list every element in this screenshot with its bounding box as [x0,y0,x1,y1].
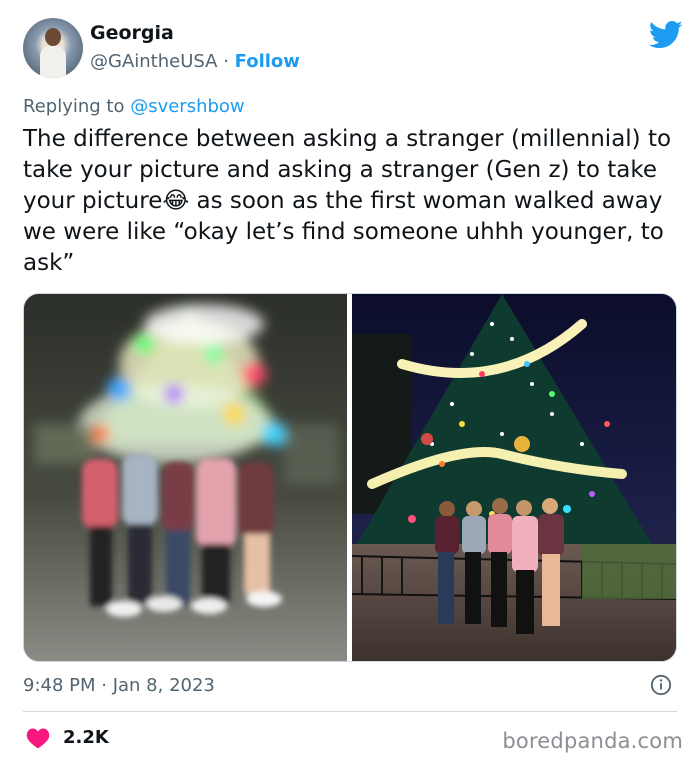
media-grid [23,293,677,662]
tweet-timestamp[interactable]: 9:48 PM · Jan 8, 2023 [23,675,215,696]
tweet-date: Jan 8, 2023 [112,675,215,696]
user-handle[interactable]: @GAintheUSA [90,51,217,72]
tweet-time: 9:48 PM [23,675,96,696]
footer-divider [23,711,677,712]
tweet-text: The difference between asking a stranger… [23,124,688,279]
follow-button[interactable]: Follow [235,51,300,72]
avatar-body [40,46,66,78]
display-name[interactable]: Georgia [90,22,174,44]
heart-icon[interactable] [26,727,50,749]
handle-separator: · [217,51,235,72]
watermark: boredpanda.com [502,729,683,753]
blurry-christmas-tree-photo[interactable] [24,294,347,661]
clear-christmas-tree-photo[interactable] [352,294,676,661]
handle-line: @GAintheUSA · Follow [90,51,300,72]
clear-photo-art [352,294,676,661]
timestamp-separator: · [95,675,113,696]
twitter-bird-icon[interactable] [649,20,683,50]
replying-to: Replying to @svershbow [23,96,245,117]
tweet-header: Georgia @GAintheUSA · Follow [23,18,683,80]
avatar-head [45,28,61,46]
like-count: 2.2K [63,727,109,748]
info-icon[interactable] [650,674,672,696]
laughing-emoji: 😂 [162,188,190,214]
blurry-photo-art [24,294,347,661]
replying-prefix: Replying to [23,96,131,117]
user-avatar[interactable] [23,18,83,78]
reply-mention-link[interactable]: @svershbow [130,96,244,117]
